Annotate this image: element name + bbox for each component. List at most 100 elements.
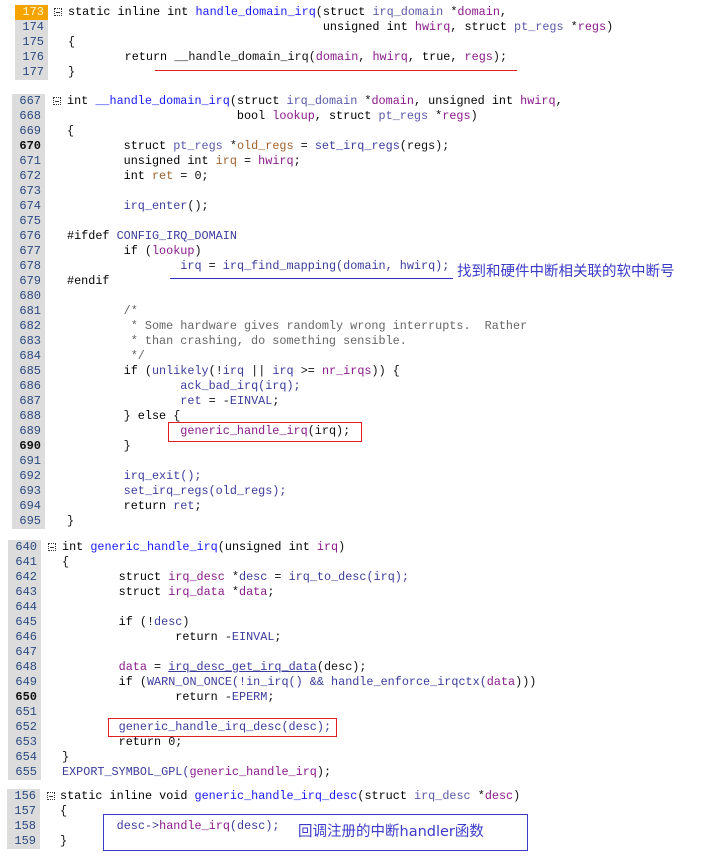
code-token: } [67,409,138,423]
code-token: ; [293,154,301,168]
code-token: 0; [168,735,183,749]
code-line: unsigned int irq = hwirq; [67,154,563,169]
code-token: ( [229,94,237,108]
code-line: EXPORT_SYMBOL_GPL(generic_handle_irq); [62,765,536,780]
code-token: ack_bad_irq(irq); [180,379,301,393]
code-token: = [146,660,169,674]
fold-collapse-icon[interactable] [48,543,56,551]
code-token: irq_exit(); [123,469,202,483]
code-token: = [293,139,315,153]
code-token: - [224,690,232,704]
code-token: struct [67,139,174,153]
code-line: irq_enter(); [67,199,563,214]
code-token: return [67,499,174,513]
code-token: * Some hardware gives randomly wrong int… [67,319,528,333]
code-token: (! [139,615,155,629]
fold-collapse-icon[interactable] [54,8,62,16]
red-underline-return [155,70,517,71]
code-token: return [68,50,175,64]
code-token: irq [316,540,339,554]
code-token: } [67,514,75,528]
code-line: struct irq_desc *desc = irq_to_desc(irq)… [62,570,536,585]
line-number: 156 [14,789,36,803]
code-line: { [67,124,563,139]
code-token: domain [457,5,500,19]
code-token: irq_desc [168,570,225,584]
fold-collapse-icon[interactable] [53,97,61,105]
code-line: unsigned int hwirq, struct pt_regs *regs… [68,20,613,35]
code-token: irq [180,259,202,273]
code-token: hwirq [520,94,556,108]
code-token: desc [154,615,183,629]
line-number: 682 [19,319,41,333]
code-line: struct irq_data *data; [62,585,536,600]
code-line: #ifdef CONFIG_IRQ_DOMAIN [67,229,563,244]
code-token: = 0; [173,169,209,183]
code-token: static inline int [68,5,196,19]
code-token: irq_domain [286,94,358,108]
code-token: return [62,690,225,704]
line-number: 645 [15,615,37,629]
code-line: if (unlikely(!irq || irq >= nr_irqs)) { [67,364,563,379]
code-token: EINVAL [231,630,275,644]
code-token: pt_regs [378,109,429,123]
line-number: 688 [19,409,41,423]
blue-underline-find-mapping [170,278,453,279]
code-token: irq_domain [372,5,444,19]
code-token: lookup [151,244,195,258]
code-token: ) [606,20,614,34]
fold-collapse-icon[interactable] [47,792,55,800]
code-token: } [67,439,131,453]
line-number: 677 [19,244,41,258]
code-token: ) [338,540,346,554]
code-token: ); [492,50,508,64]
code-token: unsigned int [428,94,521,108]
code-token: ; [267,585,275,599]
code-line: * Some hardware gives randomly wrong int… [67,319,563,334]
code-token: { [67,124,75,138]
line-number: 681 [19,304,41,318]
code-token: irq_desc [414,789,471,803]
line-number: 674 [19,199,41,213]
line-number: 644 [15,600,37,614]
code-token: * [443,5,458,19]
code-token: * [224,585,240,599]
line-number: 671 [19,154,41,168]
code-token: set_irq_regs [314,139,400,153]
code-token: { [68,35,76,49]
find-mapping-note: 找到和硬件中断相关联的软中断号 [457,264,675,280]
code-token: , [499,5,507,19]
code-token: ret [180,394,202,408]
code-token: = - [201,394,230,408]
code-token: #endif [67,274,110,288]
line-number: 176 [22,50,44,64]
line-number: 678 [19,259,41,273]
code-token: irq_to_desc(irq); [288,570,409,584]
code-line: int generic_handle_irq(unsigned int irq) [62,540,536,555]
code-token: struct [322,5,373,19]
code-token: #ifdef [67,229,117,243]
code-token: { [166,409,181,423]
code-lines: int __handle_domain_irq(struct irq_domai… [67,94,563,529]
code-lines: static inline int handle_domain_irq(stru… [68,5,613,80]
line-number: 649 [15,675,37,689]
code-line: static inline void generic_handle_irq_de… [60,789,520,804]
code-token: true [422,50,451,64]
code-token: domain [315,50,359,64]
code-line: int __handle_domain_irq(struct irq_domai… [67,94,563,109]
code-line: static inline int handle_domain_irq(stru… [68,5,613,20]
code-token: (! [208,364,223,378]
code-token: = [201,259,223,273]
code-line: { [68,35,613,50]
code-line: return 0; [62,735,536,750]
callback-note: 回调注册的中断handler函数 [298,824,484,840]
line-number: 669 [19,124,41,138]
code-token: ); [316,765,332,779]
code-token: ; [274,630,282,644]
line-number: 642 [15,570,37,584]
code-token: nr_irqs [321,364,372,378]
code-token: ) [470,109,478,123]
